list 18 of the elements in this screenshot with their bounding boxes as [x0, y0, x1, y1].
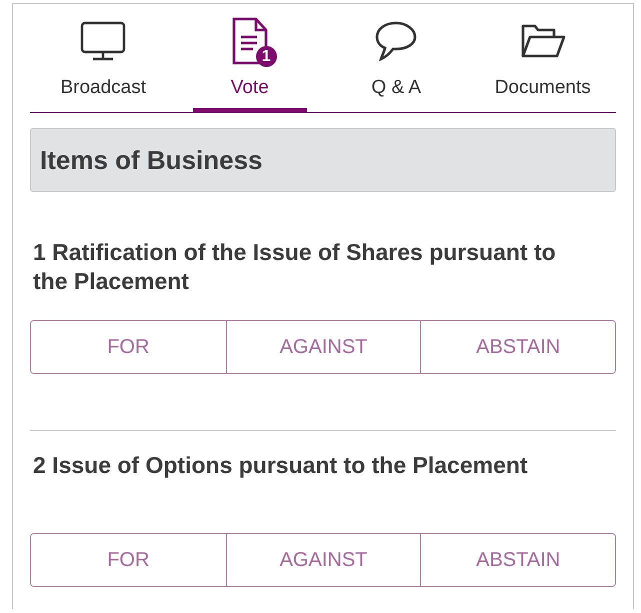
folder-icon	[520, 23, 566, 59]
tab-label: Documents	[494, 77, 591, 99]
vote-option-button[interactable]: ABSTAIN	[420, 534, 615, 586]
tab[interactable]: Documents	[470, 17, 616, 113]
item-title: 2 Issue of Options pursuant to the Placement	[32, 451, 529, 480]
monitor-icon	[80, 21, 126, 61]
tab-label: Q & A	[371, 77, 422, 99]
vote-option-button[interactable]: ABSTAIN	[420, 321, 615, 373]
tab[interactable]: Q & A	[323, 17, 470, 113]
item-title: 1 Ratification of the Issue of Shares pursuant to the Placement	[32, 238, 557, 296]
tab-label: Broadcast	[60, 77, 146, 99]
document-icon	[230, 17, 269, 65]
tab[interactable]: 1 Vote	[192, 17, 307, 113]
tab[interactable]: Broadcast	[30, 17, 176, 113]
tab-label: Vote	[230, 77, 269, 99]
speech-bubble-icon	[374, 20, 418, 62]
section-header: Items of Business	[30, 128, 616, 192]
count-badge: 1	[256, 46, 277, 67]
